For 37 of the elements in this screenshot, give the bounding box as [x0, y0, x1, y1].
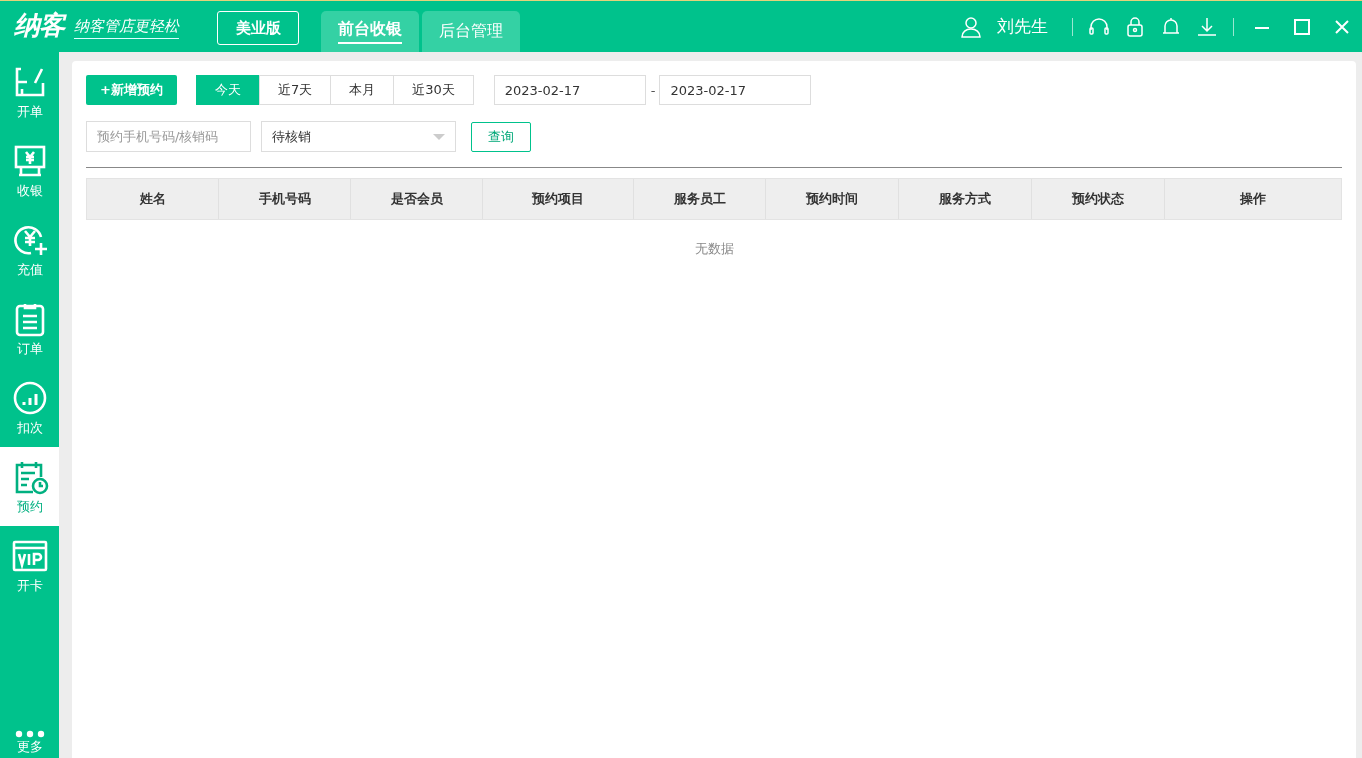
- sidebar-item[interactable]: 更多: [0, 708, 59, 758]
- more-dots-icon: [14, 730, 45, 738]
- sidebar-item[interactable]: 扣次: [0, 368, 59, 447]
- date-range-tab[interactable]: 近7天: [258, 75, 332, 105]
- query-button[interactable]: 查询: [471, 121, 531, 152]
- app-slogan: 纳客管店更轻松: [74, 17, 179, 39]
- column-header: 预约项目: [483, 179, 634, 219]
- sidebar-item[interactable]: 开卡: [0, 526, 59, 605]
- edition-button[interactable]: 美业版: [217, 11, 299, 45]
- sidebar-item[interactable]: 收银: [0, 131, 59, 210]
- nav-tab[interactable]: 前台收银: [321, 11, 419, 52]
- column-header: 是否会员: [351, 179, 483, 219]
- column-header: 姓名: [87, 179, 219, 219]
- sidebar-item[interactable]: 订单: [0, 289, 59, 368]
- column-header: 操作: [1239, 190, 1267, 208]
- user-name[interactable]: 刘先生: [997, 15, 1048, 38]
- date-range-tab[interactable]: 近30天: [393, 75, 474, 105]
- search-field[interactable]: 预约手机号码/核销码: [86, 121, 251, 152]
- column-header: 预约时间: [766, 179, 899, 219]
- start-date-field[interactable]: 2023-02-17: [493, 75, 646, 105]
- column-header: 手机号码: [219, 179, 351, 219]
- sidebar-item[interactable]: 开单: [0, 52, 59, 131]
- date-range-tab[interactable]: 今天: [195, 75, 260, 105]
- end-date-field[interactable]: 2023-02-17: [659, 75, 812, 105]
- nav-tab[interactable]: 后台管理: [422, 11, 520, 52]
- empty-message: 无数据: [693, 240, 735, 258]
- date-range-tab[interactable]: 本月: [330, 75, 395, 105]
- column-header: 服务员工: [634, 179, 766, 219]
- caret-icon: [433, 133, 445, 140]
- date-separator: -: [650, 82, 656, 98]
- sidebar-item[interactable]: 预约: [0, 447, 59, 526]
- column-header: 预约状态: [1032, 179, 1165, 219]
- add-booking-button[interactable]: +新增预约: [86, 75, 177, 105]
- user-icon: [959, 14, 983, 39]
- status-dropdown[interactable]: 待核销: [261, 121, 456, 152]
- sidebar-item[interactable]: 充值: [0, 210, 59, 289]
- column-header: 服务方式: [899, 179, 1032, 219]
